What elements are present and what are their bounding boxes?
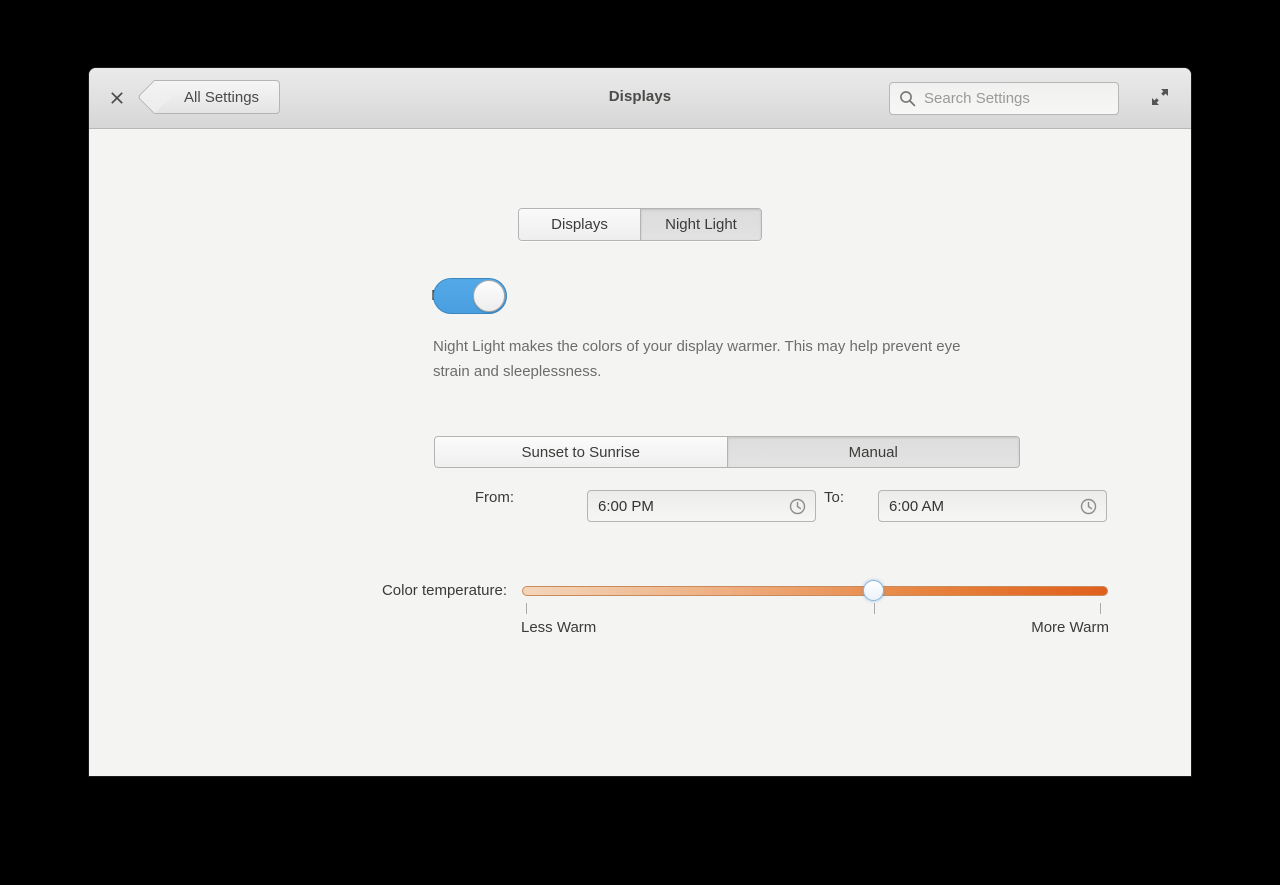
search-icon <box>899 90 916 107</box>
color-temperature-label: Color temperature: <box>381 582 507 599</box>
from-label: From: <box>474 489 514 506</box>
schedule-option-manual[interactable]: Manual <box>726 437 1019 467</box>
schedule-option-sunset-to-sunrise[interactable]: Sunset to Sunrise <box>435 437 727 467</box>
schedule-mode-selector: Sunset to Sunrise Manual <box>434 436 1020 468</box>
maximize-button[interactable] <box>1147 86 1173 112</box>
to-time-value: 6:00 AM <box>889 497 945 515</box>
settings-window: All Settings Displays Search Settings Di… <box>89 68 1191 776</box>
toggle-knob <box>473 280 505 312</box>
clock-icon[interactable] <box>1080 498 1097 515</box>
schedule-option-sunset-label: Sunset to Sunrise <box>521 443 640 461</box>
slider-max-label: More Warm <box>1031 619 1109 636</box>
view-switcher-tabs: Displays Night Light <box>518 208 762 241</box>
schedule-option-manual-label: Manual <box>848 443 898 461</box>
back-button-label: All Settings <box>184 88 260 106</box>
from-time-value: 6:00 PM <box>598 497 654 515</box>
slider-tick-min <box>526 603 527 614</box>
night-light-description: Night Light makes the colors of your dis… <box>433 338 961 380</box>
slider-track[interactable] <box>522 586 1108 596</box>
to-label: To: <box>824 489 845 506</box>
tab-night-light[interactable]: Night Light <box>640 209 761 240</box>
slider-handle[interactable] <box>863 580 885 601</box>
search-settings-box[interactable] <box>889 82 1119 115</box>
from-time-field[interactable]: 6:00 PM <box>587 490 816 522</box>
night-light-toggle[interactable] <box>433 278 507 314</box>
window-header-bar: All Settings Displays <box>89 68 1191 129</box>
clock-icon[interactable] <box>789 498 806 515</box>
tab-displays-label: Displays <box>551 216 608 233</box>
slider-tick-max <box>1100 603 1101 614</box>
tab-displays[interactable]: Displays <box>519 209 640 240</box>
slider-min-label: Less Warm <box>521 619 597 636</box>
search-input[interactable] <box>924 90 1099 107</box>
to-time-field[interactable]: 6:00 AM <box>878 490 1107 522</box>
maximize-icon <box>1151 88 1169 111</box>
settings-body: Displays Night Light Night Light: Night … <box>89 129 1191 776</box>
slider-tick-mid <box>873 603 875 614</box>
color-temperature-slider[interactable]: Less Warm More Warm <box>521 580 1109 636</box>
tab-night-light-label: Night Light <box>665 216 737 233</box>
